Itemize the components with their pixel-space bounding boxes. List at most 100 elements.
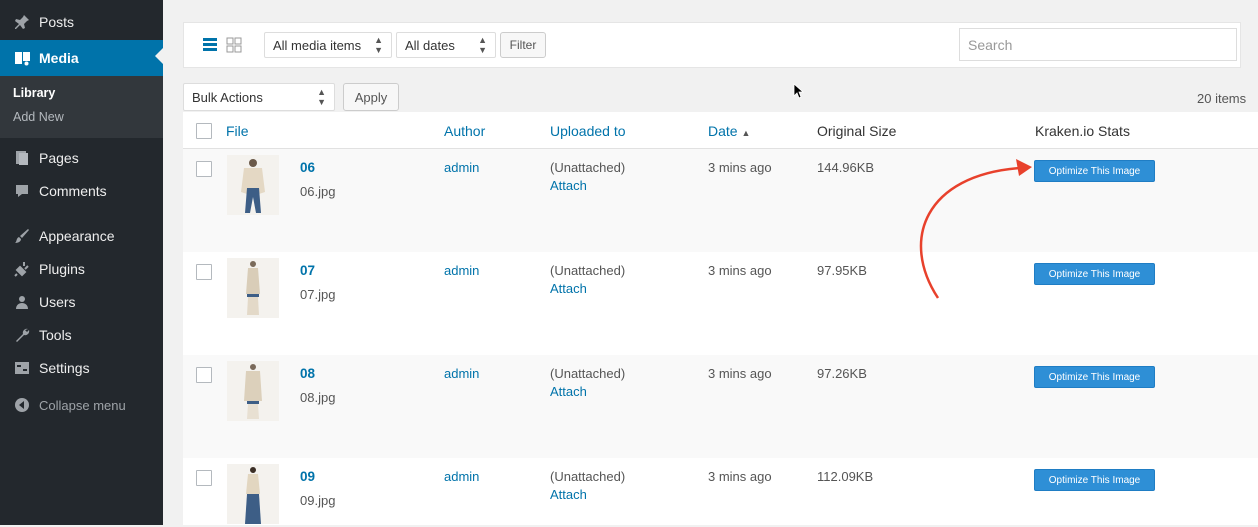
author-link[interactable]: admin [444, 263, 479, 278]
wrench-icon [13, 326, 31, 344]
media-filter-bar: All media items ▲ ▼ All dates ▲ ▼ Filter [183, 22, 1241, 68]
media-type-select[interactable]: All media items ▲ ▼ [264, 32, 392, 58]
table-row: 08 08.jpg admin (Unattached) Attach 3 mi… [183, 355, 1258, 458]
attach-link[interactable]: Attach [550, 281, 587, 296]
row-checkbox[interactable] [196, 161, 212, 177]
search-input[interactable] [959, 28, 1237, 61]
select-arrows-icon: ▲ ▼ [374, 35, 383, 55]
optimize-image-button[interactable]: Optimize This Image [1034, 263, 1155, 285]
date-value: 3 mins ago [708, 469, 772, 484]
column-kraken-stats: Kraken.io Stats [1035, 123, 1130, 139]
original-size: 97.26KB [817, 366, 867, 381]
bulk-actions-value: Bulk Actions [192, 89, 263, 105]
sidebar-item-label: Comments [39, 183, 107, 199]
original-size: 144.96KB [817, 160, 875, 175]
sort-ascending-icon: ▲ [741, 128, 751, 138]
plug-icon [13, 260, 31, 278]
file-name: 07.jpg [300, 287, 336, 302]
mouse-cursor-icon [793, 83, 805, 102]
submenu-item-add-new[interactable]: Add New [13, 110, 64, 124]
list-view-icon[interactable] [202, 37, 218, 56]
collapse-icon [13, 396, 31, 414]
collapse-menu-button[interactable]: Collapse menu [0, 390, 163, 420]
brush-icon [13, 227, 31, 245]
sidebar-item-media[interactable]: Media [0, 40, 163, 76]
media-icon [13, 49, 31, 67]
bulk-actions-select[interactable]: Bulk Actions ▲ ▼ [183, 83, 335, 111]
date-value: All dates [405, 37, 455, 53]
image-thumbnail[interactable] [227, 155, 279, 215]
uploaded-to-status: (Unattached) [550, 366, 626, 381]
column-original-size: Original Size [817, 123, 897, 139]
media-type-value: All media items [273, 37, 362, 53]
image-thumbnail[interactable] [227, 361, 279, 421]
pin-icon [13, 13, 31, 31]
image-thumbnail[interactable] [227, 258, 279, 318]
attach-link[interactable]: Attach [550, 384, 587, 399]
file-title-link[interactable]: 08 [300, 366, 315, 381]
author-link[interactable]: admin [444, 160, 479, 175]
column-uploaded-to[interactable]: Uploaded to [550, 123, 626, 139]
optimize-image-button[interactable]: Optimize This Image [1034, 160, 1155, 182]
sidebar-item-posts[interactable]: Posts [0, 7, 163, 37]
original-size: 112.09KB [817, 469, 874, 484]
image-thumbnail[interactable] [227, 464, 279, 524]
sidebar-item-settings[interactable]: Settings [0, 353, 163, 383]
table-row: 09 09.jpg admin (Unattached) Attach 3 mi… [183, 458, 1258, 525]
user-icon [13, 293, 31, 311]
filter-button[interactable]: Filter [500, 32, 546, 58]
sidebar-item-users[interactable]: Users [0, 287, 163, 317]
pages-icon [13, 149, 31, 167]
file-title-link[interactable]: 06 [300, 160, 315, 175]
file-name: 08.jpg [300, 390, 336, 405]
sidebar-item-plugins[interactable]: Plugins [0, 254, 163, 284]
attach-link[interactable]: Attach [550, 487, 587, 502]
sidebar-item-label: Plugins [39, 261, 85, 277]
optimize-image-button[interactable]: Optimize This Image [1034, 366, 1155, 388]
select-arrows-icon: ▲ ▼ [317, 87, 326, 107]
settings-icon [13, 359, 31, 377]
date-value: 3 mins ago [708, 366, 772, 381]
uploaded-to-status: (Unattached) [550, 263, 626, 278]
optimize-image-button[interactable]: Optimize This Image [1034, 469, 1155, 491]
grid-view-icon[interactable] [226, 37, 242, 56]
sidebar-item-pages[interactable]: Pages [0, 143, 163, 173]
sidebar-item-appearance[interactable]: Appearance [0, 221, 163, 251]
column-author[interactable]: Author [444, 123, 485, 139]
sidebar-item-comments[interactable]: Comments [0, 176, 163, 206]
sidebar-item-label: Collapse menu [39, 397, 126, 413]
sidebar-item-label: Settings [39, 360, 90, 376]
select-arrows-icon: ▲ ▼ [478, 35, 487, 55]
row-checkbox[interactable] [196, 264, 212, 280]
submenu-item-library[interactable]: Library [13, 86, 55, 100]
author-link[interactable]: admin [444, 366, 479, 381]
sidebar-item-label: Users [39, 294, 76, 310]
items-count: 20 items [1197, 91, 1247, 106]
sidebar-item-label: Appearance [39, 228, 115, 244]
row-checkbox[interactable] [196, 367, 212, 383]
file-title-link[interactable]: 07 [300, 263, 315, 278]
select-all-checkbox[interactable] [196, 123, 212, 139]
comment-icon [13, 182, 31, 200]
author-link[interactable]: admin [444, 469, 479, 484]
sidebar-item-tools[interactable]: Tools [0, 320, 163, 350]
sidebar-item-label: Media [39, 50, 79, 66]
date-value: 3 mins ago [708, 263, 772, 278]
column-date-label: Date [708, 123, 738, 139]
admin-sidebar: Posts Media Library Add New Pages Commen… [0, 0, 163, 525]
sidebar-item-label: Pages [39, 150, 79, 166]
file-name: 09.jpg [300, 493, 336, 508]
file-title-link[interactable]: 09 [300, 469, 315, 484]
table-row: 07 07.jpg admin (Unattached) Attach 3 mi… [183, 252, 1258, 355]
file-name: 06.jpg [300, 184, 336, 199]
attach-link[interactable]: Attach [550, 178, 587, 193]
table-row: 06 06.jpg admin (Unattached) Attach 3 mi… [183, 149, 1258, 252]
date-value: 3 mins ago [708, 160, 772, 175]
column-file[interactable]: File [226, 123, 249, 139]
row-checkbox[interactable] [196, 470, 212, 486]
column-date[interactable]: Date ▲ [708, 123, 750, 139]
original-size: 97.95KB [817, 263, 867, 278]
date-select[interactable]: All dates ▲ ▼ [396, 32, 496, 58]
sidebar-item-label: Posts [39, 14, 75, 30]
apply-button[interactable]: Apply [343, 83, 399, 111]
